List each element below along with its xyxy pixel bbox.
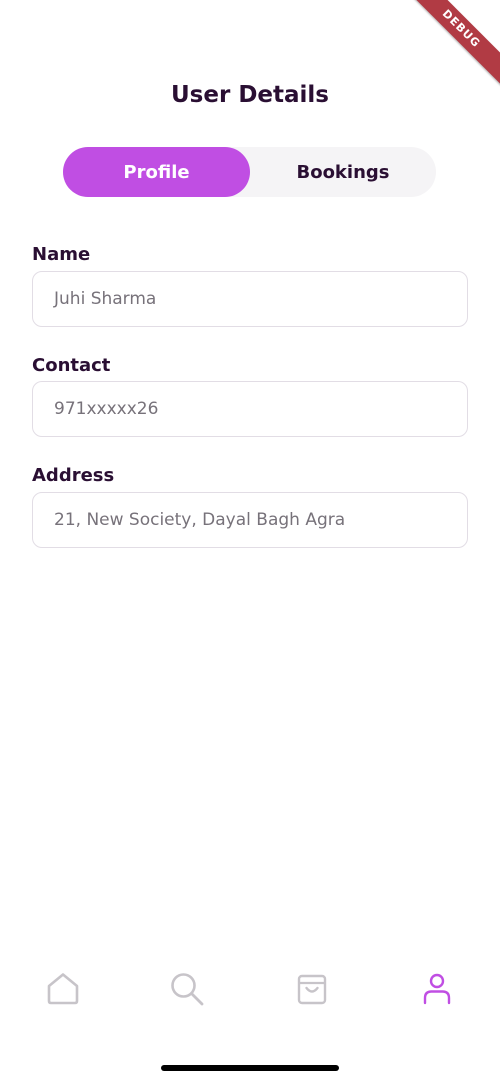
nav-profile[interactable] <box>407 962 467 1016</box>
user-icon <box>423 973 451 1005</box>
address-value: 21, New Society, Dayal Bagh Agra <box>54 510 346 530</box>
nav-cart[interactable] <box>282 962 342 1016</box>
contact-label: Contact <box>32 355 111 376</box>
tab-profile[interactable]: Profile <box>63 147 250 197</box>
name-field[interactable]: Juhi Sharma <box>32 271 468 327</box>
name-label: Name <box>32 244 91 265</box>
nav-search[interactable] <box>157 962 217 1016</box>
contact-value: 971xxxxx26 <box>54 399 159 419</box>
home-indicator <box>161 1065 339 1071</box>
name-value: Juhi Sharma <box>54 289 157 309</box>
contact-field[interactable]: 971xxxxx26 <box>32 381 468 437</box>
address-field[interactable]: 21, New Society, Dayal Bagh Agra <box>32 492 468 548</box>
bottom-navigation <box>0 962 500 1016</box>
nav-home[interactable] <box>33 962 93 1016</box>
home-icon <box>47 973 79 1005</box>
debug-banner: DEBUG <box>400 0 500 90</box>
search-icon <box>171 973 204 1006</box>
tab-bookings[interactable]: Bookings <box>250 147 436 197</box>
page-title: User Details <box>171 82 329 108</box>
user-details-screen: DEBUG User Details Profile Bookings Name… <box>0 0 500 1083</box>
shopping-bag-icon <box>297 974 327 1005</box>
profile-bookings-tab-bar: Profile Bookings <box>63 147 436 197</box>
address-label: Address <box>32 465 115 486</box>
